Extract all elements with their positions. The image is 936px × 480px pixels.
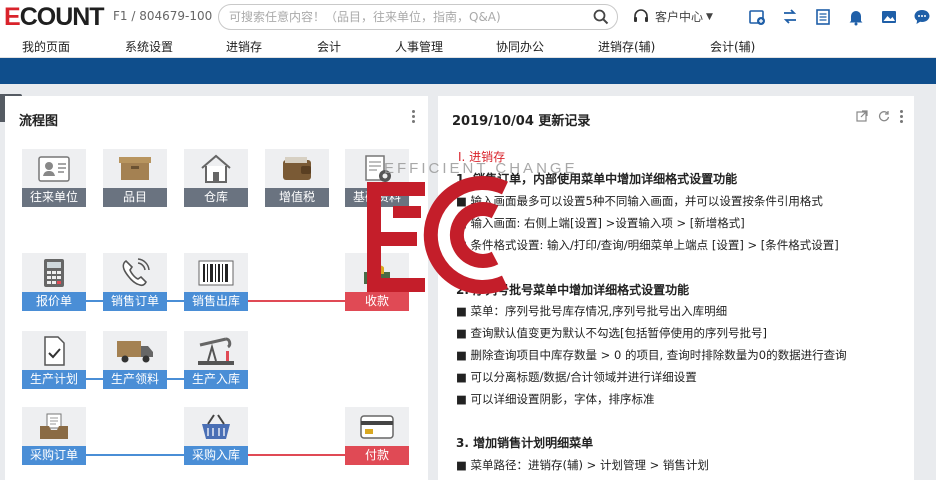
inbox-tray-icon [22, 407, 86, 446]
new-window-icon[interactable] [746, 6, 768, 28]
checklist-icon [22, 331, 86, 370]
image-gallery-icon[interactable] [878, 6, 900, 28]
basket-icon [184, 407, 248, 446]
update-line: ■ 菜单：序列号批号库存情况,序列号批号出入库明细 [456, 304, 728, 318]
update-line: ■ 查询默认值变更为默认不勾选[包括暂停使用的序列号批号] [456, 326, 767, 340]
contact-card-icon [22, 149, 86, 188]
tile-label: 销售出库 [184, 292, 248, 311]
house-icon [184, 149, 248, 188]
tile-production-plan[interactable]: 生产计划 [22, 331, 86, 389]
tile-label: 采购订单 [22, 446, 86, 465]
top-bar: ECOUNT F1 / 804679-100 客户中心 ▼ [0, 0, 936, 34]
update-line: ■ 可以详细设置阴影，字体，排序标准 [456, 392, 655, 406]
tile-label: 品目 [103, 188, 167, 207]
ec-watermark-logo [367, 176, 508, 294]
tile-label: 往来单位 [22, 188, 86, 207]
tile-item[interactable]: 品目 [103, 149, 167, 207]
headset-icon [634, 8, 648, 22]
ecount-logo[interactable]: ECOUNT [4, 2, 105, 31]
refresh-icon[interactable] [878, 110, 890, 123]
logo-text: COUNT [19, 2, 105, 31]
more-options-icon[interactable] [900, 110, 904, 123]
phone-icon [103, 253, 167, 292]
update-notes-title: 2019/10/04 更新记录 [452, 114, 591, 129]
tile-warehouse[interactable]: 仓库 [184, 149, 248, 207]
tile-quote[interactable]: 报价单 [22, 253, 86, 311]
menu-system-settings[interactable]: 系统设置 [125, 38, 173, 55]
open-external-icon[interactable] [856, 110, 868, 123]
tile-label: 付款 [345, 446, 409, 465]
tile-production-issue[interactable]: 生产领料 [103, 331, 167, 389]
update-line: ■ 菜单路径：进销存(辅) > 计划管理 > 销售计划 [456, 458, 709, 472]
barcode-icon [184, 253, 248, 292]
update-line: ■ 可以分离标题/数据/合计领域并进行详细设置 [456, 370, 697, 384]
search-icon[interactable] [593, 9, 609, 25]
transfer-icon[interactable] [779, 6, 801, 28]
menu-my-page[interactable]: 我的页面 [22, 38, 70, 55]
customer-center-label: 客户中心 [655, 10, 704, 24]
blue-header-band [0, 58, 936, 84]
credit-card-icon [345, 407, 409, 446]
tile-label: 报价单 [22, 292, 86, 311]
tile-payment[interactable]: 付款 [345, 407, 409, 465]
tile-label: 仓库 [184, 188, 248, 207]
global-search[interactable] [218, 4, 618, 30]
update-line: ■ 删除查询项目中库存数量 > 0 的项目, 查询时排除数量为0的数据进行查询 [456, 348, 847, 362]
oil-pump-icon [184, 331, 248, 370]
tile-sales-order[interactable]: 销售订单 [103, 253, 167, 311]
account-code: F1 / 804679-100 [113, 9, 213, 23]
more-options-icon[interactable] [412, 110, 416, 124]
wallet-icon [265, 149, 329, 188]
tile-label: 生产领料 [103, 370, 167, 389]
tile-label: 生产入库 [184, 370, 248, 389]
logo-letter-e: E [4, 2, 21, 31]
tile-customer[interactable]: 往来单位 [22, 149, 86, 207]
menu-accounting[interactable]: 会计 [317, 38, 341, 55]
tile-production-in[interactable]: 生产入库 [184, 331, 248, 389]
chat-icon[interactable] [911, 6, 933, 28]
calculator-icon [22, 253, 86, 292]
tile-label: 销售订单 [103, 292, 167, 311]
flowchart-title: 流程图 [19, 114, 59, 129]
search-input[interactable] [229, 8, 589, 26]
menu-inventory[interactable]: 进销存 [226, 38, 262, 55]
flow-connector [248, 300, 345, 302]
document-list-icon[interactable] [812, 6, 834, 28]
box-icon [103, 149, 167, 188]
tile-purchase-in[interactable]: 采购入库 [184, 407, 248, 465]
menu-inventory-aux[interactable]: 进销存(辅) [598, 38, 655, 55]
tile-label: 增值税 [265, 188, 329, 207]
tile-sales-out[interactable]: 销售出库 [184, 253, 248, 311]
flow-connector [86, 454, 184, 456]
notification-bell-icon[interactable] [845, 6, 867, 28]
tile-vat[interactable]: 增值税 [265, 149, 329, 207]
tile-label: 生产计划 [22, 370, 86, 389]
menu-accounting-aux[interactable]: 会计(辅) [710, 38, 755, 55]
chevron-down-icon: ▼ [706, 11, 713, 22]
menu-collaboration[interactable]: 协同办公 [496, 38, 544, 55]
tile-purchase-order[interactable]: 采购订单 [22, 407, 86, 465]
flow-connector [248, 454, 345, 456]
truck-icon [103, 331, 167, 370]
update-heading: 3. 增加销售计划明细菜单 [456, 436, 594, 450]
tile-label: 采购入库 [184, 446, 248, 465]
menu-hr[interactable]: 人事管理 [395, 38, 443, 55]
main-menu-bar: 我的页面 系统设置 进销存 会计 人事管理 协同办公 进销存(辅) 会计(辅) [0, 34, 936, 58]
customer-center-menu[interactable]: 客户中心 ▼ [633, 8, 713, 25]
